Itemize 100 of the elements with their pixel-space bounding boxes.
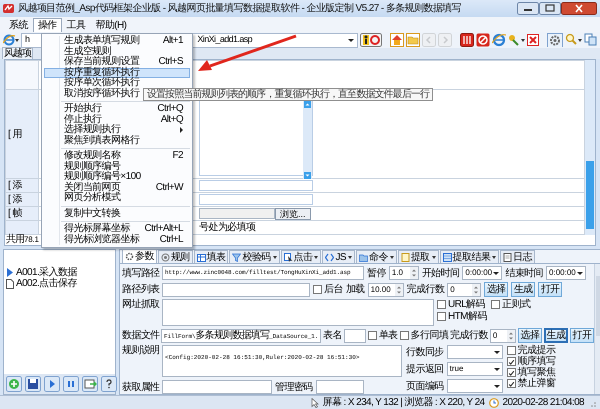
- checkbox[interactable]: [491, 300, 500, 310]
- person-refresh-icon[interactable]: [360, 33, 382, 48]
- tab[interactable]: 校验码: [229, 250, 280, 264]
- row-label: [ 添: [6, 179, 38, 192]
- app-logo-icon: [3, 3, 14, 14]
- row-label: [ 用: [6, 90, 38, 178]
- action-button[interactable]: 生成: [544, 328, 568, 344]
- list-scrollbar-icon[interactable]: [303, 101, 312, 180]
- rule-item[interactable]: A002.点击保存: [16, 278, 77, 290]
- stop-icon[interactable]: [476, 33, 490, 48]
- action-button[interactable]: 打开: [538, 282, 562, 298]
- field-label: 填写路径: [122, 268, 159, 279]
- checkbox[interactable]: [437, 300, 446, 310]
- checkbox[interactable]: [400, 331, 409, 340]
- text-field[interactable]: [199, 194, 313, 206]
- close-icon[interactable]: [561, 2, 597, 16]
- spin-field[interactable]: 0: [490, 328, 516, 343]
- dropdown-field[interactable]: [446, 345, 503, 360]
- file-field[interactable]: [199, 208, 275, 220]
- checkbox[interactable]: [506, 357, 516, 366]
- action-button[interactable]: 打开: [570, 328, 594, 344]
- window-title: 风越项目范例_Asp代码框架企业版 - 风越网页批量填写数据提取软件 - 企业版定制 V5.27 - 多条规则数据填写: [18, 3, 461, 14]
- cursor-coordinates: 屏幕 : X 234, Y 132 | 浏览器 : X 220, Y 24: [322, 397, 485, 408]
- tab[interactable]: 提取: [398, 250, 439, 264]
- search-icon[interactable]: [565, 33, 582, 48]
- menu-item[interactable]: 帮助(H): [90, 18, 132, 32]
- page-tab[interactable]: 风越项: [2, 47, 33, 60]
- menu-option[interactable]: 按序单次循环执行: [44, 78, 190, 88]
- menu-item[interactable]: 系统: [4, 18, 33, 32]
- folder-icon: [358, 252, 368, 262]
- action-button[interactable]: 生成: [511, 282, 536, 298]
- close-icon[interactable]: [527, 33, 539, 48]
- text-field[interactable]: [316, 380, 364, 394]
- tab[interactable]: 命令: [356, 250, 397, 264]
- menu-option[interactable]: 按序重复循环执行: [44, 68, 190, 78]
- key-icon[interactable]: [508, 33, 525, 48]
- pause-icon[interactable]: [63, 376, 79, 392]
- menu-option[interactable]: 生成表单填写规则 Alt+1: [44, 36, 190, 46]
- folder-icon[interactable]: [406, 33, 420, 48]
- save-icon[interactable]: [25, 376, 41, 392]
- dropdown-field[interactable]: 0:00:00: [462, 266, 502, 280]
- menu-option[interactable]: 得光标屏幕坐标 Ctrl+Alt+L: [44, 224, 190, 234]
- scrollbar[interactable]: [585, 60, 595, 236]
- tab[interactable]: 点击: [280, 250, 322, 264]
- menu-option[interactable]: 得光标浏览器坐标 Ctrl+L: [44, 234, 190, 245]
- field-label: 页面编码: [406, 380, 444, 392]
- dropdown-field[interactable]: true: [446, 362, 503, 376]
- menu-option[interactable]: 开始执行 Ctrl+Q: [44, 104, 190, 114]
- browser-icon[interactable]: [3, 34, 19, 46]
- settings-icon[interactable]: [547, 33, 563, 48]
- menu-option[interactable]: 修改规则名称 F2: [44, 151, 190, 162]
- text-field[interactable]: [162, 282, 310, 297]
- tab[interactable]: JS: [322, 250, 355, 264]
- help-icon[interactable]: [101, 376, 117, 392]
- field-label: 加载: [346, 284, 365, 296]
- tab[interactable]: 规则: [158, 250, 193, 264]
- checkbox[interactable]: [506, 346, 516, 356]
- text-field[interactable]: [162, 380, 272, 394]
- menu-item[interactable]: 工具: [62, 18, 90, 32]
- maximize-icon[interactable]: [539, 2, 561, 16]
- browse-button[interactable]: 浏览...: [275, 208, 311, 220]
- checkbox-label: 填写聚焦: [518, 367, 556, 378]
- table-cell: [6, 221, 38, 234]
- checkbox[interactable]: [506, 379, 516, 388]
- rule-item[interactable]: A001.采入数据: [16, 267, 77, 278]
- minimize-icon[interactable]: [517, 2, 539, 16]
- menu-option[interactable]: 选择规则执行: [44, 125, 190, 136]
- spin-field[interactable]: 1.0: [388, 266, 419, 280]
- text-field[interactable]: [344, 328, 366, 343]
- menu-option[interactable]: 停止执行 Alt+Q: [44, 114, 190, 125]
- export-icon[interactable]: [82, 376, 98, 392]
- menu-option[interactable]: 规则顺序编号: [44, 162, 190, 172]
- tool-icon[interactable]: [460, 33, 474, 48]
- menu-item[interactable]: 操作: [32, 18, 62, 32]
- field-label: 提示返回: [406, 364, 444, 375]
- menu-option[interactable]: 聚焦到填表网格行: [44, 136, 190, 146]
- action-button[interactable]: 选择: [518, 328, 542, 344]
- menu-option[interactable]: 生成空规则: [44, 46, 190, 57]
- dropdown-field[interactable]: [446, 379, 503, 394]
- menu-option[interactable]: 规则顺序编号×100: [44, 172, 190, 182]
- spin-field[interactable]: 10.00: [368, 282, 404, 297]
- checkbox[interactable]: [313, 285, 322, 294]
- checkbox[interactable]: [437, 312, 446, 322]
- checkbox[interactable]: [506, 368, 516, 378]
- play-icon[interactable]: [44, 376, 60, 392]
- tab[interactable]: 填表: [194, 250, 228, 264]
- copy-icon[interactable]: [584, 33, 597, 48]
- action-button[interactable]: 选择: [484, 282, 508, 298]
- menu-option[interactable]: 保存当前规则设置 Ctrl+S: [44, 57, 190, 68]
- text-field[interactable]: [199, 180, 313, 192]
- spin-field[interactable]: 0: [447, 282, 482, 297]
- tab[interactable]: 日志: [500, 250, 535, 264]
- scrollbar[interactable]: [594, 264, 600, 394]
- tab[interactable]: 提取结果: [440, 250, 500, 264]
- home-icon[interactable]: [390, 33, 404, 48]
- required-note: 号处为必填项: [199, 222, 256, 234]
- menu-option[interactable]: 复制中文转换: [44, 208, 190, 219]
- checkbox[interactable]: [368, 331, 377, 340]
- dropdown-field[interactable]: 0:00:00: [546, 266, 586, 280]
- tab[interactable]: 参数: [122, 249, 157, 264]
